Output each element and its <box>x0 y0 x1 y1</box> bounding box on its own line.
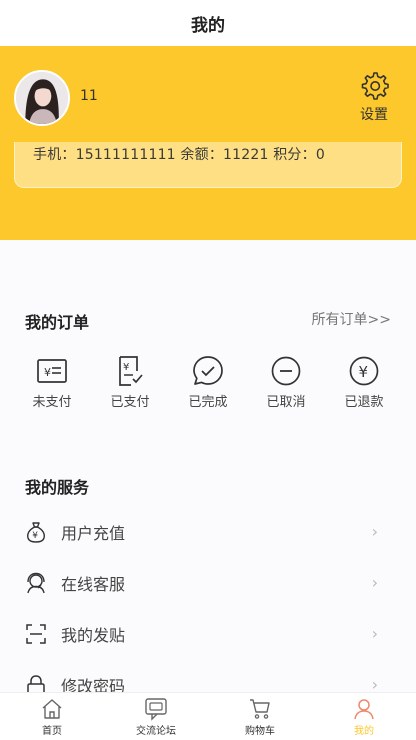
tab-label: 交流论坛 <box>136 725 176 737</box>
scan-icon <box>26 623 46 644</box>
order-label: 未支付 <box>32 395 72 410</box>
order-label: 已退款 <box>344 395 384 410</box>
service-list: ¥ 用户充值 › 在线客服 › 我的发贴 › 修改密码 › <box>0 506 416 710</box>
services-section-title: 我的服务 <box>25 478 90 497</box>
forum-icon <box>145 697 167 721</box>
tab-forum[interactable]: 交流论坛 <box>104 693 208 740</box>
tab-bar: 首页 交流论坛 购物车 我的 <box>0 692 416 740</box>
all-orders-link[interactable]: 所有订单>> <box>312 309 391 329</box>
chevron-right-icon: › <box>371 522 378 541</box>
order-paid[interactable]: ¥ 已支付 <box>102 354 158 414</box>
tab-home[interactable]: 首页 <box>0 693 104 740</box>
orders-section-title: 我的订单 <box>25 313 90 332</box>
chevron-right-icon: › <box>371 573 378 592</box>
settings-button[interactable]: 设置 <box>356 70 392 124</box>
tab-label: 购物车 <box>245 725 275 737</box>
cart-icon <box>250 698 270 719</box>
service-label: 用户充值 <box>61 523 126 543</box>
order-label: 已支付 <box>110 395 150 410</box>
tab-cart[interactable]: 购物车 <box>208 693 312 740</box>
orders-row: ¥ 未支付 ¥ 已支付 已完成 已取消 ¥ 已退款 <box>24 354 392 414</box>
service-online-support[interactable]: 在线客服 › <box>0 557 416 608</box>
tab-label: 我的 <box>354 725 374 737</box>
order-label: 已取消 <box>266 395 306 410</box>
page-title: 我的 <box>191 15 225 36</box>
paid-icon: ¥ <box>119 356 143 386</box>
order-completed[interactable]: 已完成 <box>180 354 236 414</box>
chevron-right-icon: › <box>371 624 378 643</box>
tab-mine[interactable]: 我的 <box>312 693 416 740</box>
svg-text:¥: ¥ <box>44 366 51 379</box>
avatar[interactable] <box>14 70 70 126</box>
profile-banner: 11 设置 手机：15111111111 余额：11221 积分：0 <box>0 46 416 240</box>
order-refund[interactable]: ¥ 已退款 <box>336 354 392 414</box>
svg-text:¥: ¥ <box>359 363 369 381</box>
account-info-card: 手机：15111111111 余额：11221 积分：0 <box>14 142 402 188</box>
order-cancelled[interactable]: 已取消 <box>258 354 314 414</box>
user-icon <box>354 698 374 719</box>
gear-icon <box>361 72 389 100</box>
order-label: 已完成 <box>188 395 228 410</box>
refund-icon: ¥ <box>349 356 379 386</box>
service-label: 我的发贴 <box>61 625 126 645</box>
completed-icon <box>193 356 223 385</box>
service-my-posts[interactable]: 我的发贴 › <box>0 608 416 659</box>
home-icon <box>42 698 62 719</box>
svg-text:¥: ¥ <box>123 362 129 373</box>
unpaid-icon: ¥ <box>37 359 67 383</box>
order-unpaid[interactable]: ¥ 未支付 <box>24 354 80 414</box>
tab-label: 首页 <box>42 725 62 737</box>
account-info-text: 手机：15111111111 余额：11221 积分：0 <box>33 147 325 163</box>
service-recharge[interactable]: ¥ 用户充值 › <box>0 506 416 557</box>
service-label: 在线客服 <box>61 574 126 594</box>
nav-bar: 我的 <box>0 0 416 46</box>
settings-label: 设置 <box>360 107 388 123</box>
cancelled-icon <box>271 356 301 386</box>
money-bag-icon: ¥ <box>27 521 45 543</box>
username: 11 <box>80 88 98 104</box>
customer-service-icon <box>27 572 45 593</box>
svg-text:¥: ¥ <box>32 531 38 541</box>
